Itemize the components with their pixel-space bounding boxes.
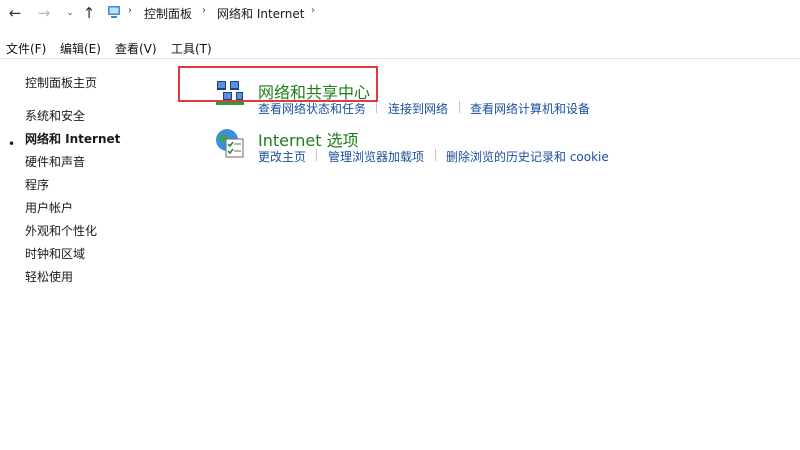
link-view-network-computers[interactable]: 查看网络计算机和设备 <box>470 100 590 117</box>
highlight-box <box>178 66 378 102</box>
sidebar-item-system-security[interactable]: 系统和安全 <box>25 107 85 124</box>
link-delete-history[interactable]: 删除浏览的历史记录和 cookie <box>446 148 609 165</box>
link-view-network-status[interactable]: 查看网络状态和任务 <box>258 100 366 117</box>
sidebar-item-ease-of-access[interactable]: 轻松使用 <box>25 268 73 285</box>
link-connect-to-network[interactable]: 连接到网络 <box>388 100 448 117</box>
sidebar-item-appearance[interactable]: 外观和个性化 <box>25 222 97 239</box>
menu-tools[interactable]: 工具(T) <box>171 40 212 57</box>
menu-file[interactable]: 文件(F) <box>6 40 46 57</box>
sidebar-item-clock-region[interactable]: 时钟和区域 <box>25 245 85 262</box>
sidebar-item-control-panel-home[interactable]: 控制面板主页 <box>25 74 97 91</box>
sidebar-item-hardware-sound[interactable]: 硬件和声音 <box>25 153 85 170</box>
sidebar-item-programs[interactable]: 程序 <box>25 176 49 193</box>
breadcrumb-item-network-internet[interactable]: 网络和 Internet <box>217 5 304 22</box>
chevron-right-icon[interactable]: › <box>128 5 132 16</box>
internet-options-icon[interactable] <box>214 127 246 159</box>
link-divider <box>435 149 436 161</box>
link-divider <box>376 101 377 113</box>
control-panel-icon <box>108 6 120 18</box>
active-bullet-icon: • <box>8 137 16 151</box>
link-manage-addons[interactable]: 管理浏览器加载项 <box>328 148 424 165</box>
sidebar-item-user-accounts[interactable]: 用户帐户 <box>25 199 73 216</box>
chevron-right-icon[interactable]: › <box>311 5 315 16</box>
forward-arrow-icon[interactable]: → <box>35 4 53 22</box>
menu-bar: 文件(F) 编辑(E) 查看(V) 工具(T) <box>0 36 800 59</box>
menu-edit[interactable]: 编辑(E) <box>60 40 101 57</box>
back-arrow-icon[interactable]: ← <box>6 4 24 22</box>
up-arrow-icon[interactable]: ↑ <box>80 4 98 22</box>
recent-locations-chevron-icon[interactable]: ⌄ <box>61 4 79 22</box>
breadcrumb[interactable]: › 控制面板 › 网络和 Internet › <box>101 0 800 27</box>
chevron-right-icon[interactable]: › <box>202 5 206 16</box>
sidebar-item-network-internet[interactable]: 网络和 Internet <box>25 130 120 147</box>
link-divider <box>459 101 460 113</box>
menu-view[interactable]: 查看(V) <box>115 40 157 57</box>
address-bar: ← → ⌄ ↑ › 控制面板 › 网络和 Internet › <box>0 0 800 28</box>
link-divider <box>316 149 317 161</box>
breadcrumb-item-control-panel[interactable]: 控制面板 <box>144 5 192 22</box>
link-change-homepage[interactable]: 更改主页 <box>258 148 306 165</box>
